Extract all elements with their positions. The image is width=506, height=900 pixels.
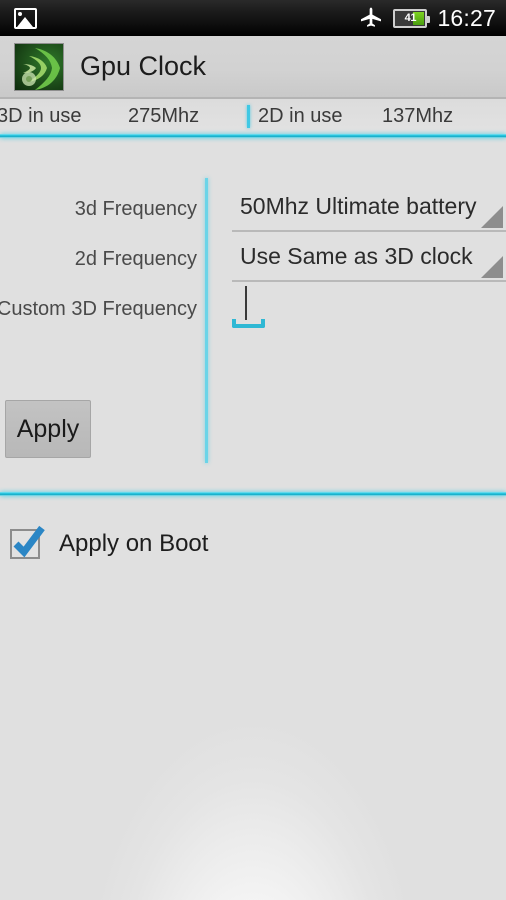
section-divider-tick [247,105,250,128]
current-clocks-row: 3D in use 275Mhz 2D in use 137Mhz [0,99,506,134]
label-custom-3d-frequency: Custom 3D Frequency [0,298,197,320]
page-title: Gpu Clock [80,51,207,81]
airplane-mode-icon [361,7,382,27]
label-2d-frequency: 2d Frequency [74,248,197,270]
battery-percent-label: 41 [404,11,417,24]
label-3d-in-use: 3D in use [0,105,82,127]
chevron-down-icon [481,256,503,278]
label-2d-in-use: 2D in use [258,105,343,127]
row-custom-3d-frequency: Custom 3D Frequency [0,280,506,338]
gallery-icon [14,7,37,29]
system-status-bar: 41 16:27 [0,0,506,36]
apply-on-boot-checkbox[interactable] [10,525,45,559]
app-screen: 41 16:27 Gpu Clock 3D in use 275Mhz 2D i… [0,0,506,900]
input-focus-underline [232,319,265,328]
status-bar-clock: 16:27 [437,4,496,31]
text-caret [245,286,247,320]
app-title-bar: Gpu Clock [0,36,506,99]
dropdown-3d-frequency-value: 50Mhz Ultimate battery [240,193,477,219]
accent-divider-top [0,134,506,138]
gpu-clock-app-icon [14,42,64,91]
apply-on-boot-row[interactable]: Apply on Boot [0,520,506,568]
chevron-down-icon [481,206,503,228]
dropdown-2d-frequency[interactable]: Use Same as 3D clock [232,236,506,282]
dropdown-3d-frequency[interactable]: 50Mhz Ultimate battery [232,186,506,232]
apply-button[interactable]: Apply [5,400,91,458]
frequency-settings-form: 3d Frequency 50Mhz Ultimate battery 2d F… [0,138,506,492]
status-bar-notifications [14,7,359,29]
apply-on-boot-label: Apply on Boot [59,530,209,557]
dropdown-2d-frequency-value: Use Same as 3D clock [240,243,473,269]
value-3d-in-use: 275Mhz [128,105,200,127]
label-3d-frequency: 3d Frequency [74,198,197,220]
battery-icon: 41 [393,8,431,28]
status-bar-system-icons: 41 16:27 [359,6,496,30]
value-2d-in-use: 137Mhz [382,105,454,127]
custom-3d-frequency-input[interactable] [232,284,268,328]
checkmark-icon [13,525,45,558]
accent-divider-middle [0,492,506,496]
